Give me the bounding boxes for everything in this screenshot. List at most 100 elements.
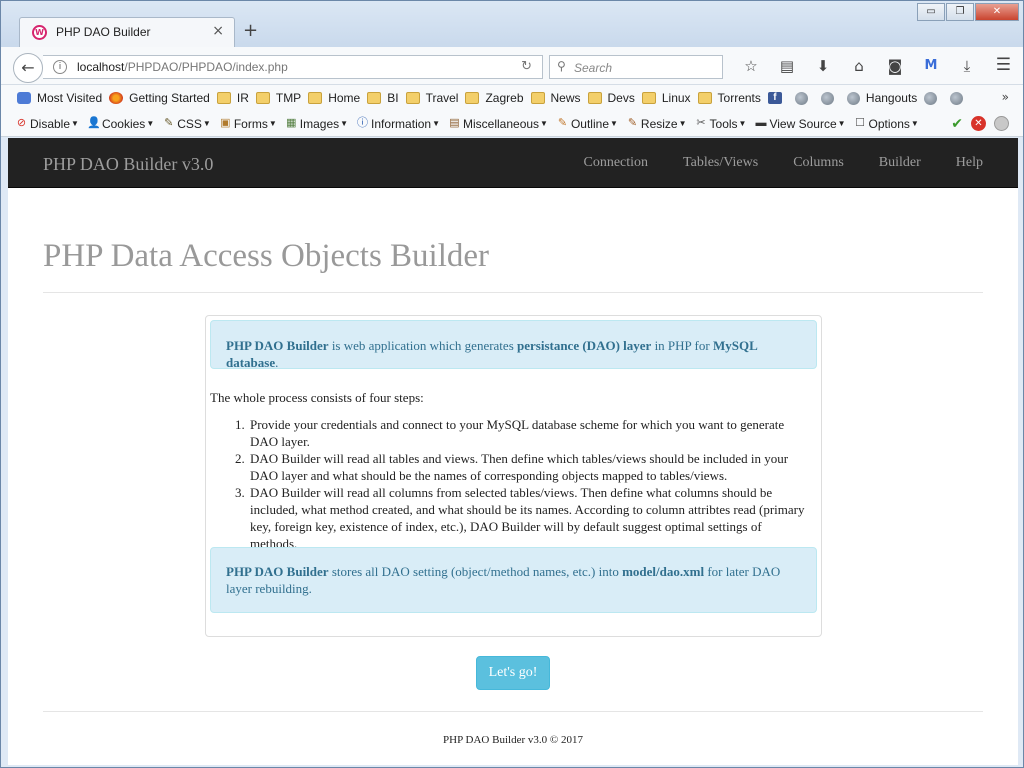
dropdown-caret-icon: ▼ (71, 119, 79, 128)
folder-icon (641, 92, 656, 104)
nav-item-connection[interactable]: Connection (583, 155, 648, 171)
footer-text: PHP DAO Builder v3.0 © 2017 (443, 734, 583, 746)
bookmark-item[interactable]: Getting Started (109, 91, 210, 105)
step-number: 2. (235, 451, 245, 466)
bookmark-item[interactable]: Linux (641, 91, 691, 105)
back-button[interactable]: ← (13, 53, 43, 83)
close-tab-icon[interactable]: × (212, 23, 224, 39)
bookmark-item[interactable]: Travel (405, 91, 458, 105)
dropdown-caret-icon: ▼ (146, 119, 155, 128)
devtools-menu-images[interactable]: ▦ Images ▼ (285, 117, 348, 131)
alert-text: is web application which generates (328, 338, 517, 353)
globe-icon (846, 91, 860, 105)
close-window-button[interactable]: ✕ (975, 3, 1019, 21)
steps-intro: The whole process consists of four steps… (210, 390, 424, 405)
url-text: localhost/PHPDAO/PHPDAO/index.php (77, 60, 288, 74)
browser-tab[interactable]: W PHP DAO Builder × (19, 17, 235, 47)
devtools-menu-cookies[interactable]: 👤 Cookies ▼ (87, 117, 154, 131)
step-number: 1. (235, 417, 245, 432)
devtools-menu-options[interactable]: ☐ Options ▼ (854, 117, 919, 131)
bookmark-item[interactable]: Most Visited (17, 91, 102, 105)
nav-item-tables-views[interactable]: Tables/Views (683, 155, 758, 171)
devtools-menu-outline[interactable]: ✎ Outline ▼ (556, 117, 618, 131)
gmail-icon[interactable]: M (913, 55, 949, 77)
browser-window: W PHP DAO Builder × + ▭ ❐ ✕ ← i localhos… (0, 0, 1024, 768)
step-item: 1. Provide your credentials and connect t… (235, 416, 810, 450)
dropdown-caret-icon: ▼ (837, 119, 846, 128)
options-icon: ☐ (855, 117, 865, 129)
bookmark-item[interactable]: News (530, 91, 581, 105)
minimize-button[interactable]: ▭ (917, 3, 945, 21)
page-viewport: PHP DAO Builder v3.0 Connection Tables/Vi… (8, 138, 1018, 765)
folder-icon (367, 92, 382, 104)
devtools-menu-information[interactable]: ⓘ Information ▼ (356, 117, 440, 131)
address-bar[interactable]: i localhost/PHPDAO/PHPDAO/index.php ↻ (43, 55, 543, 79)
alert-text: stores all DAO setting (object/method na… (328, 564, 623, 579)
devtools-menu-disable[interactable]: ⊘ Disable ▼ (15, 117, 79, 131)
bookmark-item[interactable] (924, 91, 943, 105)
bookmark-item[interactable]: Zagreb (465, 91, 524, 105)
bookmark-item[interactable]: Torrents (697, 91, 761, 105)
devtools-menu-label: Miscellaneous (463, 116, 540, 131)
bookmark-label: Devs (607, 91, 635, 105)
reading-list-icon[interactable]: ▤ (769, 55, 805, 77)
app-navbar: PHP DAO Builder v3.0 Connection Tables/Vi… (8, 138, 1018, 188)
maximize-button[interactable]: ❐ (946, 3, 974, 21)
downloads-icon[interactable]: ⤓ (949, 55, 985, 77)
info-icon[interactable]: i (53, 60, 67, 74)
devtools-menu-css[interactable]: ✎ CSS ▼ (162, 117, 211, 131)
step-number: 3. (235, 485, 245, 500)
bookmark-item[interactable]: IR (216, 91, 249, 105)
dropdown-caret-icon: ▼ (268, 119, 277, 128)
status-circle-icon[interactable] (994, 116, 1009, 131)
bookmark-label: Torrents (717, 91, 761, 105)
devtools-menu-miscellaneous[interactable]: ▤ Miscellaneous ▼ (448, 117, 548, 131)
facebook-icon: f (767, 92, 782, 104)
home-icon[interactable]: ⌂ (841, 55, 877, 77)
checkmark-icon[interactable]: ✔ (951, 116, 963, 132)
devtools-menu-label: Resize (640, 116, 678, 131)
bookmark-item[interactable]: TMP (255, 91, 302, 105)
divider (43, 711, 983, 712)
bookmark-item[interactable]: Home (308, 91, 360, 105)
bookmark-item[interactable]: Devs (587, 91, 635, 105)
bookmarks-overflow-icon[interactable]: » (1002, 90, 1009, 104)
bookmark-item[interactable] (820, 91, 840, 105)
download-arrow-icon[interactable]: ⬇ (805, 55, 841, 77)
dropdown-caret-icon: ▼ (202, 119, 211, 128)
nav-item-columns[interactable]: Columns (793, 155, 844, 171)
nav-item-help[interactable]: Help (956, 155, 983, 171)
css-icon: ✎ (164, 117, 174, 129)
lets-go-button[interactable]: Let's go! (476, 656, 550, 690)
devtools-menu-label: CSS (177, 116, 202, 131)
devtools-menu-label: Options (868, 116, 910, 131)
bookmark-item[interactable]: BI (367, 91, 399, 105)
app-brand[interactable]: PHP DAO Builder v3.0 (43, 154, 213, 175)
search-box[interactable]: ⚲ Search (549, 55, 723, 79)
nav-item-builder[interactable]: Builder (879, 155, 921, 171)
bookmark-item[interactable]: Hangouts (846, 91, 917, 105)
url-host: localhost (77, 60, 125, 74)
dropdown-caret-icon: ▼ (910, 119, 919, 128)
information-icon: ⓘ (357, 117, 369, 129)
bookmark-item[interactable]: f (767, 92, 788, 104)
devtools-menu-forms[interactable]: ▣ Forms ▼ (219, 117, 277, 131)
dropdown-caret-icon: ▼ (340, 119, 349, 128)
tools-icon: ✂ (696, 117, 706, 129)
error-icon[interactable]: ✕ (971, 116, 986, 131)
reload-icon[interactable]: ↻ (521, 59, 532, 74)
bookmark-star-icon[interactable]: ☆ (733, 55, 769, 77)
bookmark-label: TMP (275, 91, 302, 105)
bookmark-item[interactable] (950, 91, 969, 105)
pocket-icon[interactable]: ◙ (877, 55, 913, 77)
hamburger-menu-icon[interactable]: ☰ (996, 55, 1011, 75)
miscellaneous-icon: ▤ (449, 117, 460, 129)
devtools-menu-resize[interactable]: ✎ Resize ▼ (626, 117, 687, 131)
bookmark-item[interactable] (794, 91, 814, 105)
bookmarks-toolbar: Most Visited Getting Started IR TMP Home BI Tr… (1, 85, 1023, 111)
new-tab-button[interactable]: + (243, 20, 258, 41)
devtools-menu-view-source[interactable]: ▬ View Source ▼ (754, 117, 845, 131)
folder-icon (697, 92, 712, 104)
devtools-menu-tools[interactable]: ✂ Tools ▼ (695, 117, 746, 131)
globe-icon (820, 91, 834, 105)
